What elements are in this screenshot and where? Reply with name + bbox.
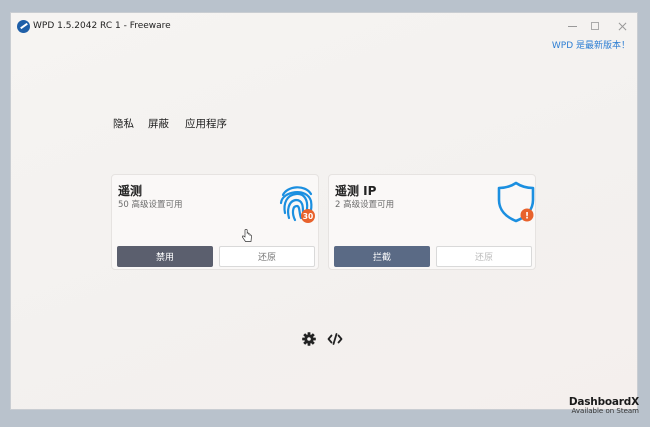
- card-title: 遥测: [118, 184, 143, 198]
- shield-icon: !: [497, 181, 535, 223]
- gear-icon[interactable]: [301, 331, 317, 347]
- tab-blocking[interactable]: 屏蔽: [148, 116, 169, 131]
- close-icon: [618, 22, 626, 30]
- code-icon[interactable]: [327, 331, 343, 347]
- maximize-icon: [591, 22, 599, 30]
- shield-badge: !: [525, 212, 529, 222]
- minimize-button[interactable]: [565, 20, 579, 32]
- main-tabs: 隐私 屏蔽 应用程序: [113, 116, 241, 131]
- maximize-button[interactable]: [588, 20, 602, 32]
- app-window: WPD 1.5.2042 RC 1 - Freeware WPD 是最新版本！ …: [10, 12, 639, 415]
- footer-toolbar: [301, 331, 343, 347]
- mouse-cursor-icon: [241, 229, 252, 242]
- card-subtitle: 50 高级设置可用: [118, 200, 183, 210]
- fingerprint-icon: 30: [279, 186, 315, 223]
- card-subtitle: 2 高级设置可用: [335, 200, 395, 210]
- card-title: 遥测 IP: [335, 184, 377, 198]
- window-title: WPD 1.5.2042 RC 1 - Freeware: [33, 21, 171, 31]
- disable-button[interactable]: 禁用: [117, 246, 213, 267]
- restore-button[interactable]: 还原: [219, 246, 315, 267]
- restore-button[interactable]: 还原: [436, 246, 532, 267]
- fingerprint-badge: 30: [303, 212, 313, 221]
- steam-watermark: DashboardX Available on Steam: [563, 396, 639, 415]
- telemetry-ip-card: 遥测 IP 2 高级设置可用 ! 拦截 还原: [328, 174, 536, 270]
- block-button[interactable]: 拦截: [334, 246, 430, 267]
- watermark-subtitle: Available on Steam: [571, 407, 639, 415]
- telemetry-card: 遥测 50 高级设置可用 30 禁用 还原: [111, 174, 319, 270]
- app-logo-icon: [17, 20, 30, 33]
- update-status-link[interactable]: WPD 是最新版本！: [552, 38, 630, 51]
- tab-apps[interactable]: 应用程序: [185, 116, 227, 131]
- close-button[interactable]: [615, 20, 629, 32]
- title-bar[interactable]: WPD 1.5.2042 RC 1 - Freeware: [11, 13, 637, 41]
- tab-privacy[interactable]: 隐私: [113, 116, 134, 131]
- minimize-icon: [567, 25, 577, 27]
